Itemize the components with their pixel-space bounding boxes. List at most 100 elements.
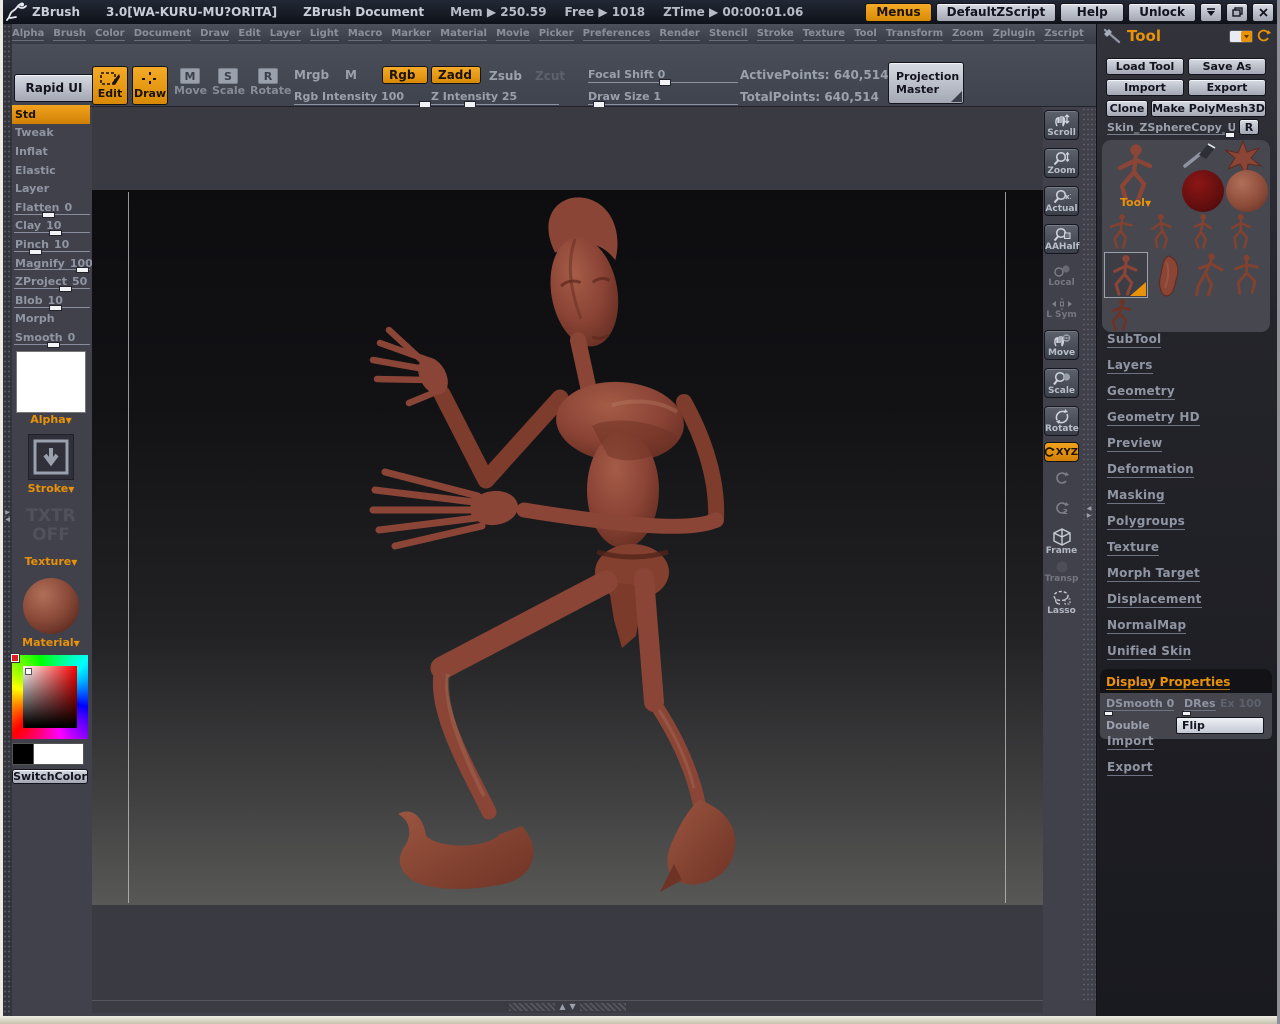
menu-texture[interactable]: Texture — [802, 28, 846, 41]
tool-history-thumbnail[interactable] — [1104, 298, 1140, 332]
menu-preferences[interactable]: Preferences — [582, 28, 651, 41]
alpha-dropdown[interactable]: Alpha▼ — [12, 413, 90, 426]
restore-tool-button[interactable]: R — [1239, 119, 1259, 135]
collapse-icon[interactable] — [1200, 2, 1222, 22]
rapid-ui-button[interactable]: Rapid UI — [14, 74, 94, 102]
tool-history-thumbnail[interactable] — [1224, 212, 1260, 250]
move-button[interactable]: M Move — [174, 68, 207, 97]
section-deformation[interactable]: Deformation — [1107, 462, 1194, 478]
restore-config-icon[interactable] — [1257, 29, 1271, 43]
menu-marker[interactable]: Marker — [391, 28, 432, 41]
rotate-button[interactable]: R Rotate — [250, 68, 291, 97]
divider-arrows-icon[interactable]: ▼ — [570, 1003, 576, 1011]
display-properties-header[interactable]: Display Properties — [1100, 669, 1272, 693]
tool-history-thumbnail[interactable] — [1230, 252, 1266, 298]
menu-brush[interactable]: Brush — [53, 28, 87, 41]
z-intensity-slider[interactable]: Z Intensity 25 — [431, 90, 559, 108]
menu-material[interactable]: Material — [440, 28, 487, 41]
draw-button[interactable]: Draw — [132, 66, 168, 105]
tool-history-thumbnail[interactable] — [1104, 212, 1140, 250]
brush-magnify-slider[interactable]: Magnify 100 — [12, 254, 93, 274]
xyz-rotation-button[interactable]: XYZ — [1044, 442, 1079, 462]
tool-history-thumbnail[interactable] — [1190, 252, 1230, 298]
menu-tool[interactable]: Tool — [854, 28, 877, 41]
menu-movie[interactable]: Movie — [496, 28, 530, 41]
load-tool-button[interactable]: Load Tool — [1106, 58, 1184, 75]
color-picker[interactable] — [10, 652, 88, 739]
projection-master-button[interactable]: Projection Master — [888, 62, 964, 104]
draw-size-slider[interactable]: Draw Size 1 — [588, 90, 738, 108]
menu-zscript[interactable]: Zscript — [1044, 28, 1084, 41]
rgb-intensity-slider[interactable]: Rgb Intensity 100 — [294, 90, 432, 108]
material-thumbnail[interactable] — [23, 577, 79, 634]
tool-dropdown[interactable]: Tool▼ — [1120, 196, 1151, 209]
left-tray-divider[interactable]: ▶ ◀ — [3, 24, 12, 1016]
zoom-button[interactable]: Zoom — [1044, 148, 1079, 178]
m-button[interactable]: M — [345, 68, 357, 82]
actual-button[interactable]: x1 Actual — [1044, 186, 1079, 216]
menu-document[interactable]: Document — [133, 28, 192, 41]
transp-button[interactable]: Transp — [1044, 560, 1079, 584]
menu-stroke[interactable]: Stroke — [756, 28, 794, 41]
selected-tool-thumbnail[interactable] — [1104, 252, 1148, 298]
menu-stencil[interactable]: Stencil — [708, 28, 748, 41]
dres-slider[interactable]: DRes — [1184, 697, 1216, 711]
menu-color[interactable]: Color — [95, 28, 125, 41]
focal-shift-slider[interactable]: Focal Shift 0 — [588, 68, 738, 86]
brush-pinch-slider[interactable]: Pinch 10 — [12, 235, 90, 255]
section-texture[interactable]: Texture — [1107, 540, 1160, 556]
close-icon[interactable] — [1252, 2, 1274, 22]
menu-macro[interactable]: Macro — [347, 28, 383, 41]
brush-std[interactable]: Std — [12, 105, 90, 124]
active-tool-name-slider[interactable]: Skin_ZSphereCopy_UG2 — [1107, 121, 1235, 135]
rotate-canvas-button[interactable]: Rotate — [1044, 406, 1079, 436]
default-zscript-button[interactable]: DefaultZScript — [935, 2, 1057, 22]
brush-tool-thumbnail[interactable] — [1182, 142, 1220, 170]
unlock-button[interactable]: Unlock — [1128, 2, 1196, 22]
section-unified-skin[interactable]: Unified Skin — [1107, 644, 1192, 660]
tool-history-thumbnail[interactable] — [1184, 212, 1220, 250]
primary-color-swatch[interactable] — [34, 742, 84, 765]
section-subtool[interactable]: SubTool — [1107, 332, 1162, 348]
import-tool-button[interactable]: Import — [1106, 79, 1184, 96]
sphere-tool-thumbnail[interactable] — [1182, 170, 1224, 212]
menus-button[interactable]: Menus — [865, 2, 932, 22]
brush-blob-slider[interactable]: Blob 10 — [12, 291, 90, 311]
save-as-button[interactable]: Save As — [1188, 58, 1266, 75]
section-normalmap[interactable]: NormalMap — [1107, 618, 1187, 634]
scale-canvas-button[interactable]: Scale — [1044, 368, 1079, 398]
right-tray-divider[interactable]: ◀ ▶ — [1082, 107, 1096, 1003]
section-import[interactable]: Import — [1107, 734, 1154, 750]
zbrush-document[interactable] — [92, 190, 1043, 905]
alpha-thumbnail[interactable] — [16, 350, 86, 413]
menu-draw[interactable]: Draw — [200, 28, 230, 41]
help-button[interactable]: Help — [1060, 2, 1125, 22]
section-export[interactable]: Export — [1107, 760, 1153, 776]
section-polygroups[interactable]: Polygroups — [1107, 514, 1186, 530]
tool-history-thumbnail[interactable] — [1144, 212, 1180, 250]
stroke-dropdown[interactable]: Stroke▼ — [12, 482, 90, 495]
section-geometry[interactable]: Geometry — [1107, 384, 1175, 400]
rgb-button[interactable]: Rgb — [382, 66, 428, 84]
color-gradient-square[interactable] — [23, 665, 77, 728]
rotate-axis-button[interactable]: 2 — [1044, 500, 1079, 516]
rotate-free-button[interactable] — [1044, 470, 1079, 486]
restore-window-icon[interactable] — [1226, 2, 1248, 22]
menu-zplugin[interactable]: Zplugin — [992, 28, 1036, 41]
section-geometry-hd[interactable]: Geometry HD — [1107, 410, 1200, 426]
lasso-button[interactable]: Lasso — [1044, 590, 1079, 616]
brush-flatten-slider[interactable]: Flatten 0 — [12, 198, 90, 218]
dsmooth-handle[interactable] — [1104, 711, 1113, 716]
secondary-color-swatch[interactable] — [12, 742, 34, 765]
divider-arrows-icon[interactable]: ▲ — [559, 1003, 565, 1011]
export-tool-button[interactable]: Export — [1188, 79, 1266, 96]
double-button[interactable]: Double — [1106, 719, 1150, 732]
local-button[interactable]: Local — [1044, 264, 1079, 288]
section-layers[interactable]: Layers — [1107, 358, 1153, 374]
palette-menu-icon[interactable] — [1229, 29, 1253, 43]
section-masking[interactable]: Masking — [1107, 488, 1165, 504]
zadd-button[interactable]: Zadd — [431, 66, 481, 84]
mrgb-button[interactable]: Mrgb — [294, 68, 329, 82]
brush-layer[interactable]: Layer — [12, 179, 90, 198]
menu-transform[interactable]: Transform — [885, 28, 943, 41]
